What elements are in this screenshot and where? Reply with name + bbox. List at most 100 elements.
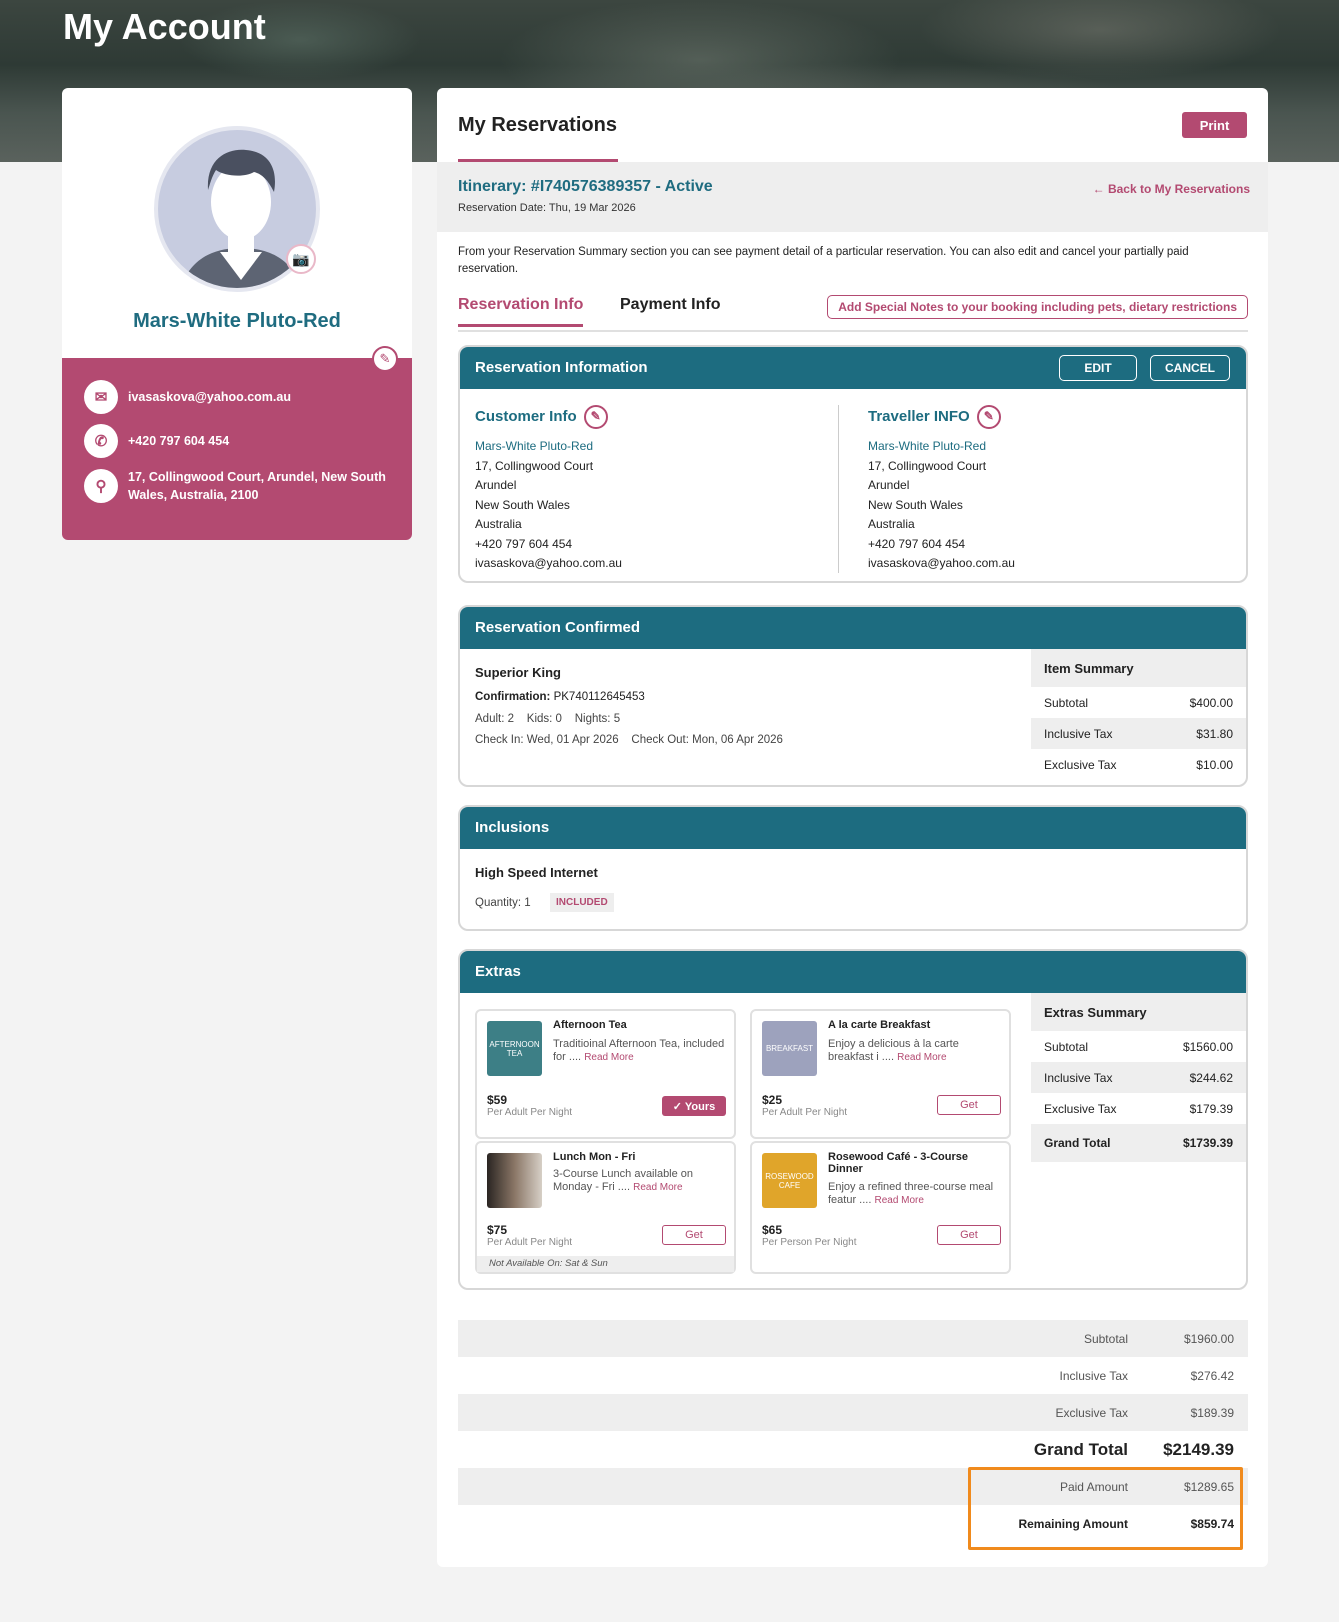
afternoon-tea-thumbnail: AFTERNOON TEA (487, 1021, 542, 1076)
total-inclusive-tax: Inclusive Tax $276.42 (1059, 1368, 1234, 1383)
page-title: My Account (63, 6, 266, 47)
total-subtotal: Subtotal $1960.00 (458, 1320, 1248, 1357)
read-more-link[interactable]: Read More (584, 1052, 633, 1063)
total-grand-total: Grand Total $2149.39 (1033, 1439, 1234, 1459)
room-name: Superior King (475, 665, 561, 680)
tab-bar: Reservation Info Payment Info Add Specia… (458, 295, 1248, 332)
included-badge: INCLUDED (550, 893, 614, 912)
itinerary-bar: Itinerary: #I740576389357 - Active Reser… (437, 162, 1268, 232)
card-header: Reservation Confirmed (460, 607, 1246, 649)
extras-summary: Extras Summary Subtotal $1560.00 Inclusiv… (1031, 993, 1246, 1162)
extra-price: $25 (762, 1093, 783, 1107)
reservation-confirmed-card: Reservation Confirmed Superior King Conf… (458, 605, 1248, 787)
intro-text: From your Reservation Summary section yo… (458, 246, 1189, 275)
back-link[interactable]: ← Back to My Reservations (1093, 182, 1250, 196)
read-more-link[interactable]: Read More (874, 1195, 923, 1206)
summary-row: Subtotal $1560.00 (1044, 1039, 1233, 1054)
profile-card: 📷 Mars-White Pluto-Red ✉ ivasaskova@yaho… (62, 88, 412, 540)
lunch-thumbnail (487, 1153, 542, 1208)
phone-icon: ✆ (84, 424, 118, 458)
extra-description: Traditioinal Afternoon Tea, included for… (553, 1038, 725, 1063)
mail-icon: ✉ (84, 380, 118, 414)
card-header: Inclusions (460, 807, 1246, 849)
confirmation-number: PK740112645453 (553, 691, 645, 703)
highlight-box (968, 1467, 1243, 1550)
edit-traveller-icon[interactable]: ✎ (976, 405, 1001, 429)
customer-state: New South Wales (475, 497, 570, 512)
extras-card: Extras AFTERNOON TEA Afternoon Tea Tradi… (458, 949, 1248, 1290)
get-button[interactable]: Get (937, 1095, 1001, 1115)
contact-panel: ✉ ivasaskova@yahoo.com.au ✆ +420 797 604… (62, 358, 412, 540)
read-more-link[interactable]: Read More (633, 1182, 682, 1193)
extra-price-unit: Per Adult Per Night (487, 1237, 573, 1248)
reservation-information-card: Reservation Information EDIT CANCEL Cust… (458, 345, 1248, 583)
check-icon: ✓ (672, 1100, 685, 1113)
summary-row: Exclusive Tax $10.00 (1044, 757, 1233, 772)
summary-row: Subtotal $400.00 (1044, 695, 1233, 710)
print-button[interactable]: Print (1182, 112, 1247, 138)
total-exclusive-tax: Exclusive Tax $189.39 (458, 1394, 1248, 1431)
extra-description: Enjoy a refined three-course meal featur… (828, 1181, 994, 1206)
contact-address: ⚲ 17, Collingwood Court, Arundel, New So… (84, 468, 394, 504)
back-link-label: Back to My Reservations (1107, 182, 1250, 196)
tab-reservation-info[interactable]: Reservation Info (458, 296, 584, 327)
contact-email: ✉ ivasaskova@yahoo.com.au (84, 380, 291, 414)
customer-info-heading: Customer Info (475, 408, 577, 426)
customer-country: Australia (475, 517, 522, 531)
camera-icon[interactable]: 📷 (286, 244, 316, 274)
dinner-thumbnail: ROSEWOOD CAFE (762, 1153, 817, 1208)
tab-payment-info[interactable]: Payment Info (620, 296, 720, 324)
extras-summary-heading: Extras Summary (1031, 993, 1246, 1031)
reservations-title: My Reservations (458, 114, 617, 136)
availability-note: Not Available On: Sat & Sun (477, 1256, 734, 1272)
confirmation-label: Confirmation: (475, 691, 551, 703)
edit-button[interactable]: EDIT (1059, 355, 1137, 381)
occupancy-line: Adult: 2 Kids: 0 Nights: 5 (475, 713, 621, 725)
yours-button[interactable]: ✓ Yours (662, 1096, 726, 1116)
confirmation-line: Confirmation: PK740112645453 (475, 691, 645, 703)
dates-line: Check In: Wed, 01 Apr 2026 Check Out: Mo… (475, 734, 783, 746)
get-button[interactable]: Get (937, 1225, 1001, 1245)
extra-item-breakfast: BREAKFAST A la carte Breakfast Enjoy a d… (750, 1009, 1011, 1139)
extra-price-unit: Per Adult Per Night (487, 1107, 573, 1118)
card-header: Extras (460, 951, 1246, 993)
customer-email: ivasaskova@yahoo.com.au (475, 556, 622, 570)
get-button[interactable]: Get (662, 1225, 726, 1245)
extra-title: Afternoon Tea (553, 1019, 627, 1031)
summary-row: Inclusive Tax $244.62 (1031, 1062, 1246, 1093)
extra-item-dinner: ROSEWOOD CAFE Rosewood Café - 3-Course D… (750, 1141, 1011, 1274)
customer-city: Arundel (475, 478, 517, 492)
edit-profile-icon[interactable]: ✎ (372, 346, 398, 372)
read-more-link[interactable]: Read More (897, 1052, 946, 1063)
customer-phone: +420 797 604 454 (475, 536, 573, 551)
extra-title: A la carte Breakfast (828, 1019, 931, 1031)
traveller-state: New South Wales (868, 497, 963, 512)
edit-customer-icon[interactable]: ✎ (583, 405, 608, 429)
extra-price-unit: Per Adult Per Night (762, 1107, 848, 1118)
inclusions-card: Inclusions High Speed Internet Quantity:… (458, 805, 1248, 931)
extra-price-unit: Per Person Per Night (762, 1237, 857, 1248)
traveller-city: Arundel (868, 478, 910, 492)
inclusion-name: High Speed Internet (475, 865, 598, 880)
arrow-left-icon: ← (1092, 182, 1108, 196)
profile-name: Mars-White Pluto-Red (133, 310, 341, 332)
traveller-email: ivasaskova@yahoo.com.au (868, 556, 1015, 570)
special-notes-button[interactable]: Add Special Notes to your booking includ… (827, 295, 1248, 319)
extra-description: Enjoy a delicious à la carte breakfast i… (828, 1038, 959, 1063)
inclusion-quantity: Quantity: 1 (475, 897, 531, 909)
cancel-button[interactable]: CANCEL (1150, 355, 1230, 381)
extra-description: 3-Course Lunch available on Monday - Fri… (553, 1168, 694, 1193)
summary-grand-total: Grand Total $1739.39 (1031, 1124, 1246, 1162)
traveller-info: Traveller INFO ✎ Mars-White Pluto-Red 17,… (868, 405, 1015, 574)
phone-text: +420 797 604 454 (128, 434, 230, 448)
extra-price: $75 (487, 1223, 508, 1237)
customer-info: Customer Info ✎ Mars-White Pluto-Red 17, … (475, 405, 622, 574)
traveller-phone: +420 797 604 454 (868, 536, 966, 551)
column-divider (838, 405, 839, 573)
summary-row: Inclusive Tax $31.80 (1031, 718, 1246, 749)
customer-name: Mars-White Pluto-Red (475, 439, 594, 453)
card-header: Reservation Information EDIT CANCEL (460, 347, 1246, 389)
reservations-panel: My Reservations Print Itinerary: #I74057… (437, 88, 1268, 1567)
extra-item-afternoon-tea: AFTERNOON TEA Afternoon Tea Traditioinal… (475, 1009, 736, 1139)
breakfast-thumbnail: BREAKFAST (762, 1021, 817, 1076)
